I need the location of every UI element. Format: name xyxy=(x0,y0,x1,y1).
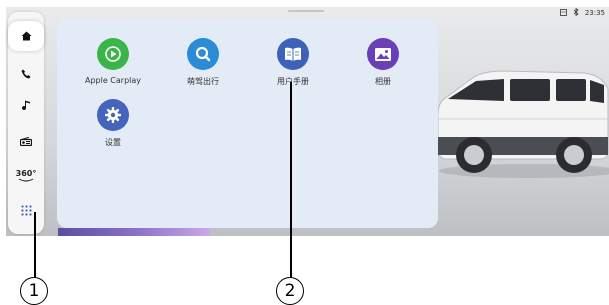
book-icon xyxy=(277,38,309,70)
search-icon xyxy=(187,38,219,70)
app-apple-carplay[interactable]: Apple Carplay xyxy=(68,38,158,85)
app-settings[interactable]: 设置 xyxy=(68,99,158,148)
callout-1: 1 xyxy=(20,277,48,305)
play-icon xyxy=(97,38,129,70)
gear-icon xyxy=(97,99,129,131)
app-mengjia-chuxing[interactable]: 萌驾出行 xyxy=(158,38,248,87)
360-view-icon: 360° xyxy=(16,169,36,182)
callout-2-leader xyxy=(290,82,292,278)
callout-1-leader xyxy=(34,212,36,278)
app-grid-icon xyxy=(20,204,32,216)
app-launcher-panel: Apple Carplay 萌驾出行 用户手册 相册 设置 xyxy=(57,19,438,228)
dock-radio-button[interactable] xyxy=(8,126,44,156)
dock-all-apps-button[interactable] xyxy=(8,195,44,225)
phone-icon xyxy=(21,69,31,79)
dock-phone-button[interactable] xyxy=(8,59,44,89)
app-user-manual[interactable]: 用户手册 xyxy=(248,38,338,87)
status-bar: 23:35 xyxy=(559,7,605,18)
image-icon xyxy=(367,38,399,70)
vehicle-image xyxy=(437,70,609,178)
dock-360-view-button[interactable]: 360° xyxy=(8,160,44,190)
home-icon xyxy=(21,31,31,41)
pull-down-handle[interactable] xyxy=(288,10,324,12)
app-label: 用户手册 xyxy=(277,77,309,86)
sim-icon xyxy=(559,8,567,18)
callout-2: 2 xyxy=(276,277,304,305)
status-time: 23:35 xyxy=(584,9,605,17)
app-label: 萌驾出行 xyxy=(187,77,219,86)
dock-home-button[interactable] xyxy=(8,21,44,51)
radio-icon xyxy=(20,136,32,146)
side-dock: 360° xyxy=(8,12,44,234)
app-label: 设置 xyxy=(105,138,121,147)
app-label: Apple Carplay xyxy=(84,76,142,85)
music-note-icon xyxy=(21,100,30,110)
app-photo-album[interactable]: 相册 xyxy=(338,38,428,87)
dock-music-button[interactable] xyxy=(8,90,44,120)
app-label: 相册 xyxy=(375,77,391,86)
bluetooth-icon xyxy=(573,7,579,18)
background-wallpaper-strip xyxy=(58,228,210,236)
